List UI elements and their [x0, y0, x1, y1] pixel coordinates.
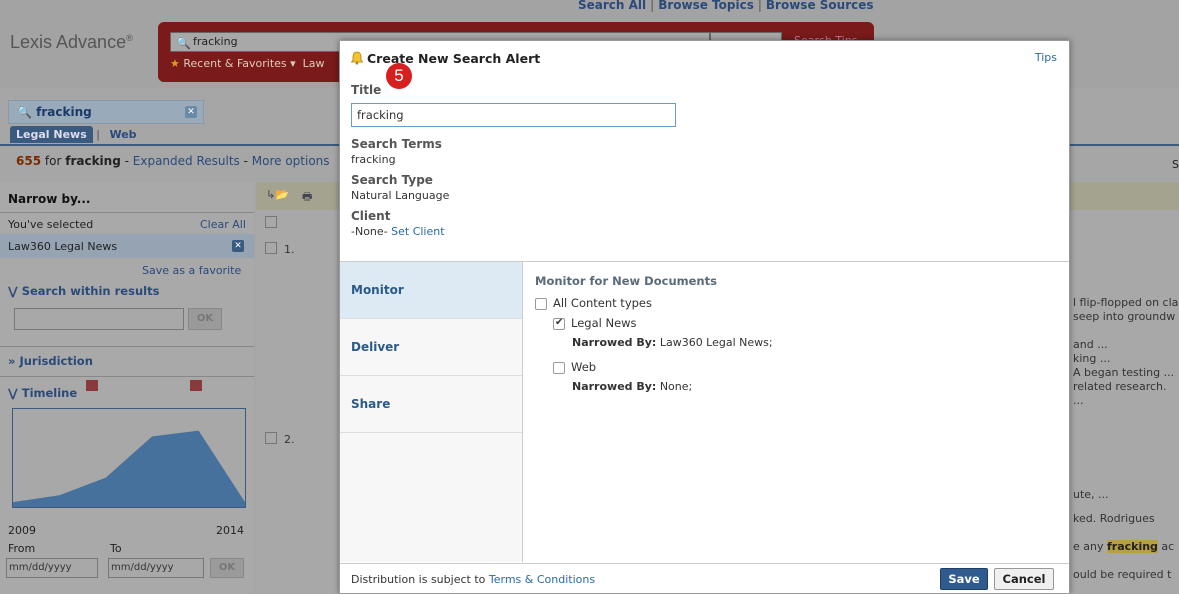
chevron-down-icon: ⋁ — [8, 386, 18, 400]
app-logo[interactable]: Lexis Advance® — [10, 32, 133, 53]
snippet-text: A began testing ... — [1073, 366, 1175, 379]
web-label: Web — [571, 360, 597, 374]
tab-legal-news[interactable]: Legal News — [10, 126, 93, 143]
selected-filter: Law360 Legal News ✕ — [0, 234, 254, 258]
sort-label: S — [1172, 158, 1179, 171]
expanded-results-link[interactable]: Expanded Results — [133, 154, 240, 168]
nav-deliver[interactable]: Deliver — [340, 319, 522, 376]
legal-news-narrowed-by: Narrowed By: Law360 Legal News; — [572, 336, 773, 349]
from-label: From — [8, 542, 36, 555]
timeline-area-chart — [13, 430, 245, 507]
distribution-notice: Distribution is subject to Terms & Condi… — [351, 573, 596, 586]
tips-link[interactable]: Tips — [1035, 51, 1057, 64]
bell-icon — [350, 51, 364, 65]
tab-web[interactable]: Web — [109, 128, 136, 141]
legal-news-checkbox[interactable] — [553, 317, 565, 330]
timeline-area — [13, 430, 245, 507]
cancel-button[interactable]: Cancel — [994, 568, 1054, 590]
snippet-text: ould be required t — [1073, 568, 1172, 581]
save-button[interactable]: Save — [940, 568, 988, 590]
nav-monitor[interactable]: Monitor — [340, 262, 522, 319]
all-content-types-checkbox[interactable] — [535, 298, 547, 310]
browse-topics-link[interactable]: Browse Topics — [658, 0, 754, 12]
search-all-link[interactable]: Search All — [578, 0, 646, 12]
client-label: Client — [351, 209, 391, 223]
timeline-chart[interactable] — [12, 408, 246, 508]
terms-conditions-link[interactable]: Terms & Conditions — [489, 573, 595, 586]
row-number: 1. — [284, 243, 295, 256]
search-type-label: Search Type — [351, 173, 433, 187]
dialog-title: Create New Search Alert — [350, 51, 540, 66]
monitor-heading: Monitor for New Documents — [535, 274, 717, 288]
content-tabs: Legal News | Web — [10, 126, 137, 143]
snippet-text: king ... — [1073, 352, 1111, 365]
divider — [0, 346, 254, 347]
nav-share[interactable]: Share — [340, 376, 522, 433]
calendar-icon[interactable] — [86, 380, 98, 391]
close-icon[interactable]: ✕ — [232, 240, 244, 252]
search-within-ok-button[interactable]: OK — [188, 308, 222, 330]
snippet-text: ... — [1073, 394, 1084, 407]
youve-selected-label: You've selected — [8, 218, 94, 231]
timeline-end-year: 2014 — [216, 524, 244, 537]
timeline-ok-button[interactable]: OK — [210, 558, 244, 578]
chevron-right-icon: » — [8, 354, 16, 368]
search-type-value: Natural Language — [351, 189, 450, 202]
divider — [0, 376, 254, 377]
chevron-down-icon: ⋁ — [8, 284, 18, 298]
row-number: 2. — [284, 433, 295, 446]
set-client-link[interactable]: Set Client — [391, 225, 444, 238]
web-checkbox[interactable] — [553, 362, 565, 374]
search-terms-label: Search Terms — [351, 137, 442, 151]
legal-news-label: Legal News — [571, 316, 637, 330]
calendar-icon[interactable] — [190, 380, 202, 391]
search-icon: 🔍 — [17, 105, 32, 119]
search-terms-value: fracking — [351, 153, 396, 166]
title-input[interactable]: fracking — [351, 103, 676, 127]
select-all-checkbox[interactable] — [265, 216, 277, 228]
top-links: Search All | Browse Topics | Browse Sources — [578, 0, 874, 12]
jurisdiction-toggle[interactable]: » Jurisdiction — [8, 354, 93, 368]
recent-favorites-menu[interactable]: ★ Recent & Favorites ▾ Law — [170, 57, 325, 70]
snippet-text: ute, ... — [1073, 488, 1109, 501]
title-label: Title — [351, 83, 382, 97]
create-search-alert-dialog: Create New Search Alert Tips 5 Title fra… — [339, 40, 1070, 594]
save-favorite-link[interactable]: Save as a favorite — [142, 264, 241, 277]
all-content-types-label: All Content types — [553, 296, 652, 310]
divider — [0, 212, 254, 213]
clear-all-link[interactable]: Clear All — [200, 218, 246, 231]
settings-nav: Monitor Deliver Share — [340, 262, 523, 562]
to-label: To — [110, 542, 122, 555]
row-checkbox[interactable] — [265, 242, 277, 254]
folder-icon[interactable]: ↳📂 — [266, 188, 289, 201]
search-tab[interactable]: 🔍 fracking ✕ — [8, 100, 204, 124]
alert-settings: Monitor Deliver Share Monitor for New Do… — [340, 261, 1069, 563]
snippet-text: related research. — [1073, 380, 1167, 393]
from-date-input[interactable]: mm/dd/yyyy — [6, 558, 98, 578]
timeline-toggle[interactable]: ⋁ Timeline — [8, 386, 77, 400]
row-checkbox[interactable] — [265, 432, 277, 444]
dialog-footer: Distribution is subject to Terms & Condi… — [340, 563, 1069, 593]
narrow-by-heading: Narrow by... — [8, 192, 91, 206]
search-within-toggle[interactable]: ⋁ Search within results — [8, 284, 159, 298]
search-within-input[interactable] — [14, 308, 184, 330]
close-icon[interactable]: ✕ — [185, 106, 197, 118]
client-value: -None- Set Client — [351, 225, 445, 238]
print-icon[interactable]: 🖶 — [302, 188, 312, 207]
step-badge: 5 — [386, 63, 412, 89]
star-icon: ★ — [170, 57, 180, 70]
narrow-by-panel: Narrow by... You've selected Clear All L… — [0, 182, 254, 594]
snippet-text: e any fracking ac — [1073, 540, 1175, 553]
results-summary: 655 for fracking - Expanded Results - Mo… — [16, 154, 330, 168]
search-icon: 🔍 — [176, 36, 191, 50]
snippet-text: l flip-flopped on cla — [1073, 296, 1179, 309]
timeline-start-year: 2009 — [8, 524, 36, 537]
web-narrowed-by: Narrowed By: None; — [572, 380, 693, 393]
snippet-text: ked. Rodrigues — [1073, 512, 1155, 525]
snippet-text: seep into groundw — [1073, 310, 1176, 323]
browse-sources-link[interactable]: Browse Sources — [766, 0, 874, 12]
snippet-text: and ... — [1073, 338, 1108, 351]
to-date-input[interactable]: mm/dd/yyyy — [108, 558, 204, 578]
more-options-link[interactable]: More options — [252, 154, 330, 168]
